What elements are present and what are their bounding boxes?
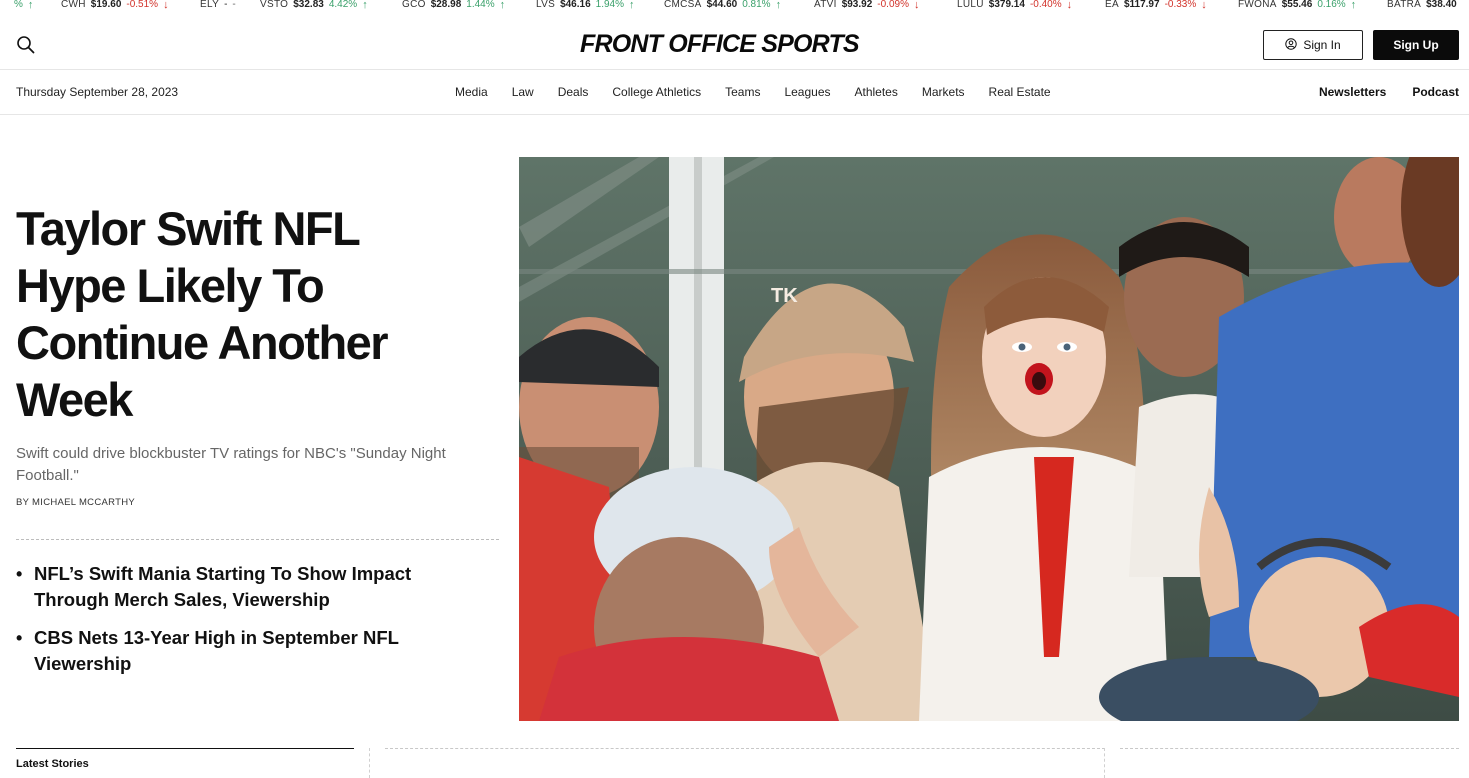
sign-up-button[interactable]: Sign Up [1373,30,1459,60]
ticker-price: $19.60 [90,0,122,10]
ticker-item[interactable]: % ↑ [14,0,34,11]
arrow-up-icon: ↑ [499,0,506,11]
ticker-symbol: ATVI [814,0,837,10]
ticker-price: - [224,0,228,10]
ticker-item[interactable]: VSTO $32.83 4.42% ↑ [260,0,368,11]
nav-item-real-estate[interactable]: Real Estate [989,85,1051,99]
ticker-item[interactable]: ATVI $93.92 -0.09% ↓ [814,0,920,11]
arrow-down-icon: ↓ [1201,0,1207,11]
ticker-item[interactable]: LVS $46.16 1.94% ↑ [536,0,635,11]
ticker-change: -0.09% [877,0,909,10]
current-date: Thursday September 28, 2023 [16,85,179,99]
ticker-symbol: CMCSA [664,0,702,10]
ticker-item[interactable]: GCO $28.98 1.44% ↑ [402,0,506,11]
column-divider [1104,748,1105,778]
site-header: FRONT OFFICE SPORTS Sign In Sign Up [0,20,1469,70]
arrow-down-icon: ↓ [1066,0,1073,11]
ticker-change: % [14,0,23,10]
ticker-price: $28.98 [430,0,462,10]
nav-item-law[interactable]: Law [512,85,534,99]
search-icon[interactable] [16,35,36,55]
arrow-up-icon: ↑ [362,0,368,11]
hero-image[interactable]: TK [519,157,1459,721]
ticker-change: 4.42% [328,0,358,10]
ticker-symbol: GCO [402,0,426,10]
nav-right: Newsletters Podcast [1293,85,1459,99]
ticker-price: $38.40 [1426,0,1457,10]
ticker-symbol: LVS [536,0,556,10]
ticker-price: $44.60 [706,0,738,10]
divider [16,748,354,749]
ticker-item[interactable]: ELY - - [200,0,236,10]
ticker-symbol: ELY [200,0,220,10]
ticker-price: $93.92 [841,0,873,10]
ticker-change: 0.81% [742,0,771,10]
nav-item-leagues[interactable]: Leagues [784,85,830,99]
nav-item-deals[interactable]: Deals [558,85,589,99]
article-dek: Swift could drive blockbuster TV ratings… [16,445,446,484]
ticker-price: $55.46 [1281,0,1313,10]
arrow-down-icon: ↓ [913,0,920,11]
arrow-up-icon: ↑ [1350,0,1357,11]
ticker-item[interactable]: CMCSA $44.60 0.81% ↑ [664,0,782,11]
ticker-change: 0.16% [1317,0,1346,10]
related-story-link[interactable]: CBS Nets 13-Year High in September NFL V… [16,625,486,677]
byline[interactable]: BY MICHAEL MCCARTHY [16,497,135,508]
column-divider [369,748,370,778]
ticker-item[interactable]: CWH $19.60 -0.51% ↓ [61,0,169,11]
ticker-price: $46.16 [560,0,591,10]
headline[interactable]: Taylor Swift NFL Hype Likely To Continue… [16,200,476,428]
section-nav: Media Law Deals College Athletics Teams … [455,85,1075,99]
ticker-price: $379.14 [988,0,1025,10]
ticker-change: -0.40% [1029,0,1062,10]
ticker-symbol: EA [1105,0,1119,10]
ticker-item[interactable]: EA $117.97 -0.33% ↓ [1105,0,1207,11]
cap-monogram: TK [771,285,798,307]
ticker-symbol: CWH [61,0,86,10]
divider [1120,748,1459,749]
nav-item-media[interactable]: Media [455,85,488,99]
arrow-up-icon: ↑ [629,0,635,11]
ticker-item[interactable]: BATRA $38.40 [1387,0,1457,10]
latest-stories-heading: Latest Stories [16,758,89,770]
site-logo[interactable]: FRONT OFFICE SPORTS [580,30,860,59]
nav-bar: Thursday September 28, 2023 Media Law De… [0,71,1469,115]
nav-item-teams[interactable]: Teams [725,85,760,99]
ticker-change: - [232,0,236,10]
nav-item-athletes[interactable]: Athletes [855,85,898,99]
ticker-symbol: VSTO [260,0,289,10]
nav-item-college-athletics[interactable]: College Athletics [612,85,701,99]
ticker-item[interactable]: LULU $379.14 -0.40% ↓ [957,0,1073,11]
related-story-link[interactable]: NFL’s Swift Mania Starting To Show Impac… [16,561,486,613]
ticker-symbol: BATRA [1387,0,1422,10]
divider [385,748,1105,749]
arrow-down-icon: ↓ [163,0,169,11]
arrow-up-icon: ↑ [27,0,34,11]
divider [16,539,499,540]
podcast-link[interactable]: Podcast [1412,85,1459,99]
ticker-symbol: FWONA [1238,0,1277,10]
newsletters-link[interactable]: Newsletters [1319,85,1386,99]
sign-in-button[interactable]: Sign In [1263,30,1363,60]
ticker-change: -0.51% [126,0,159,10]
user-icon [1285,37,1298,53]
ticker-price: $32.83 [293,0,324,10]
ticker-change: -0.33% [1164,0,1197,10]
nav-item-markets[interactable]: Markets [922,85,965,99]
ticker-item[interactable]: FWONA $55.46 0.16% ↑ [1238,0,1357,11]
ticker-change: 1.44% [466,0,495,10]
ticker-change: 1.94% [595,0,625,10]
arrow-up-icon: ↑ [775,0,782,11]
stock-ticker: % ↑ CWH $19.60 -0.51% ↓ ELY - - VSTO $32… [0,0,1469,12]
ticker-price: $117.97 [1123,0,1160,10]
ticker-symbol: LULU [957,0,984,10]
related-stories: NFL’s Swift Mania Starting To Show Impac… [16,561,486,689]
sign-in-label: Sign In [1303,38,1341,52]
